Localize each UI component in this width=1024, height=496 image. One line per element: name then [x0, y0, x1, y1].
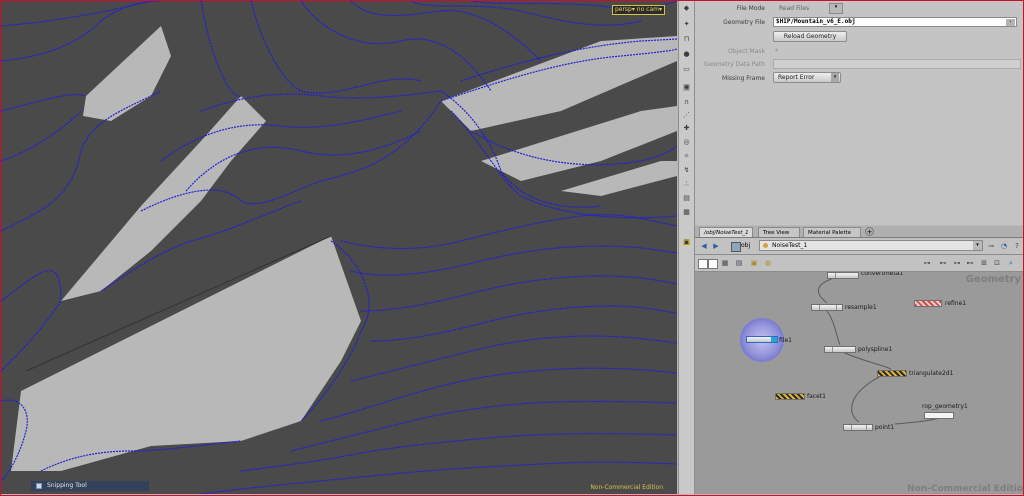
path-dropdown-icon[interactable]: ▾ — [973, 241, 982, 250]
node-triangulate2d1[interactable] — [877, 370, 907, 377]
pose-icon[interactable]: ✚ — [683, 125, 690, 132]
tab-tree-view[interactable]: Tree View — [758, 227, 800, 237]
sphere-icon[interactable]: ● — [683, 51, 690, 58]
scissors-icon — [36, 483, 42, 489]
render-icon[interactable]: ◎ — [683, 139, 690, 146]
zoom-icon[interactable]: ⌕ — [1007, 259, 1015, 267]
list-mode-icon[interactable] — [708, 259, 718, 269]
network-pane: /obj/NoiseTest_1 Tree View Material Pale… — [695, 226, 1023, 494]
object-mask-star-icon: * — [775, 48, 778, 55]
geo-node-icon — [763, 243, 768, 248]
network-toolbar: ▦ ▤ ▣ ◍ ⊶ ⊷ ⊶ ⊷ ⊞ ⊡ ⌕ — [695, 255, 1023, 272]
camera-menu[interactable]: persp▾ no cam▾ — [611, 5, 665, 15]
add-tab-icon[interactable]: + — [865, 227, 874, 236]
path-node-name: NoiseTest_1 — [772, 242, 808, 249]
geometry-file-field[interactable]: $HIP/Mountain_v6_E.obj ▾ — [773, 17, 1017, 27]
magnet-icon[interactable]: ∩ — [683, 99, 690, 106]
camera-icon[interactable]: ▭ — [683, 66, 690, 73]
path-node-field[interactable]: NoiseTest_1 ▾ — [759, 240, 983, 251]
scene-viewport[interactable]: persp▾ no cam▾ Snipping Tool Non-Commerc… — [1, 1, 677, 494]
transform-tool-icon[interactable]: ✦ — [683, 21, 690, 28]
grid-icon[interactable]: ▦ — [721, 259, 729, 267]
file-mode-dropdown-icon[interactable]: ▾ — [829, 3, 843, 14]
edition-watermark: Non-Commercial Edition — [590, 484, 663, 491]
pane-tabs: /obj/NoiseTest_1 Tree View Material Pale… — [695, 226, 1023, 238]
tab-network[interactable]: /obj/NoiseTest_1 — [699, 227, 753, 237]
geometry-data-path-field[interactable] — [773, 59, 1021, 69]
node-refine1[interactable] — [914, 300, 942, 307]
snipping-tool-taskbar[interactable]: Snipping Tool — [31, 481, 149, 491]
align-icon[interactable]: ⊷ — [966, 259, 974, 267]
node-label: resample1 — [845, 304, 877, 311]
chevron-down-icon: ▾ — [831, 73, 839, 82]
light-icon[interactable]: ✧ — [683, 153, 690, 160]
pin-icon[interactable]: ⊸ — [987, 242, 995, 250]
viewport-toolbar: ◆ ✦ ⊓ ● ▭ ◉ ∩ ⋰ ✚ ◎ ✧ ↯ ∴ ▤ ▦ ▣ — [678, 1, 695, 494]
folder-icon[interactable]: ◍ — [764, 259, 772, 267]
help-icon[interactable]: ? — [1013, 242, 1021, 250]
node-label: triangulate2d1 — [909, 370, 954, 377]
terrain-contours — [1, 1, 677, 494]
select-mode-icon[interactable] — [698, 259, 708, 269]
file-mode-label: File Mode — [736, 5, 765, 12]
geometry-data-path-label: Geometry Data Path — [703, 61, 765, 68]
wire-icon[interactable]: ▦ — [683, 209, 690, 216]
snap-grid-icon[interactable]: ⊞ — [980, 259, 988, 267]
link-icon[interactable]: ◔ — [1000, 242, 1008, 250]
object-context-icon — [731, 242, 741, 252]
flow-right-icon[interactable]: ⊶ — [953, 259, 961, 267]
node-label: rop_geometry1 — [922, 403, 968, 410]
node-label: facet1 — [807, 393, 826, 400]
path-root[interactable]: obj — [741, 242, 750, 249]
node-label: refine1 — [945, 300, 967, 307]
geometry-file-label: Geometry File — [723, 19, 765, 26]
tab-material-palette[interactable]: Material Palette — [803, 227, 861, 237]
node-resample1[interactable] — [811, 304, 843, 311]
lock-icon[interactable]: ⊓ — [683, 36, 690, 43]
wire-style-icon[interactable]: ⊡ — [993, 259, 1001, 267]
reload-geometry-button[interactable]: Reload Geometry — [773, 31, 847, 42]
parameter-pane: File Mode Read Files ▾ Geometry File $HI… — [695, 1, 1023, 225]
vertex-icon[interactable]: ∴ — [683, 181, 690, 188]
layout-icon[interactable]: ▤ — [735, 259, 743, 267]
node-file1[interactable] — [746, 336, 778, 343]
display-icon[interactable]: ▤ — [683, 195, 690, 202]
forward-arrow-icon[interactable]: ▶ — [712, 242, 720, 250]
object-mask-label: Object Mask — [728, 48, 765, 55]
missing-frame-label: Missing Frame — [722, 75, 765, 82]
node-label: polyspline1 — [858, 346, 893, 353]
ghost-icon[interactable]: ▣ — [683, 239, 690, 246]
node-convertmeta1[interactable] — [827, 272, 859, 279]
node-facet1[interactable] — [775, 393, 805, 400]
edition-watermark: Non-Commercial Editio — [907, 484, 1023, 494]
select-tool-icon[interactable]: ◆ — [683, 5, 690, 12]
node-point1[interactable] — [843, 424, 873, 431]
missing-frame-value: Report Error — [778, 74, 815, 81]
node-label: convertmeta1 — [861, 272, 904, 277]
file-mode-value[interactable]: Read Files — [779, 5, 809, 12]
node-polyspline1[interactable] — [824, 346, 856, 353]
missing-frame-menu[interactable]: Report Error ▾ — [773, 72, 841, 83]
taskbar-label: Snipping Tool — [47, 482, 87, 489]
network-canvas[interactable]: Geometry convertmeta1 resample1 refine1 … — [695, 272, 1023, 494]
dependency-icon[interactable]: ⊶ — [923, 259, 931, 267]
node-label: file1 — [779, 337, 792, 344]
path-bar: ◀ ▶ obj NoiseTest_1 ▾ ⊸ ◔ ? — [695, 238, 1023, 255]
snap-icon[interactable]: ◉ — [683, 84, 690, 91]
sticky-note-icon[interactable]: ▣ — [750, 259, 758, 267]
back-arrow-icon[interactable]: ◀ — [700, 242, 708, 250]
flow-left-icon[interactable]: ⊷ — [939, 259, 947, 267]
node-label: point1 — [875, 424, 895, 431]
file-browse-icon[interactable]: ▾ — [1006, 19, 1015, 26]
node-rop-geometry1[interactable] — [924, 412, 954, 419]
geometry-file-value: $HIP/Mountain_v6_E.obj — [776, 18, 856, 25]
grid-snap-icon[interactable]: ⋰ — [683, 112, 690, 119]
lasso-icon[interactable]: ↯ — [683, 167, 690, 174]
